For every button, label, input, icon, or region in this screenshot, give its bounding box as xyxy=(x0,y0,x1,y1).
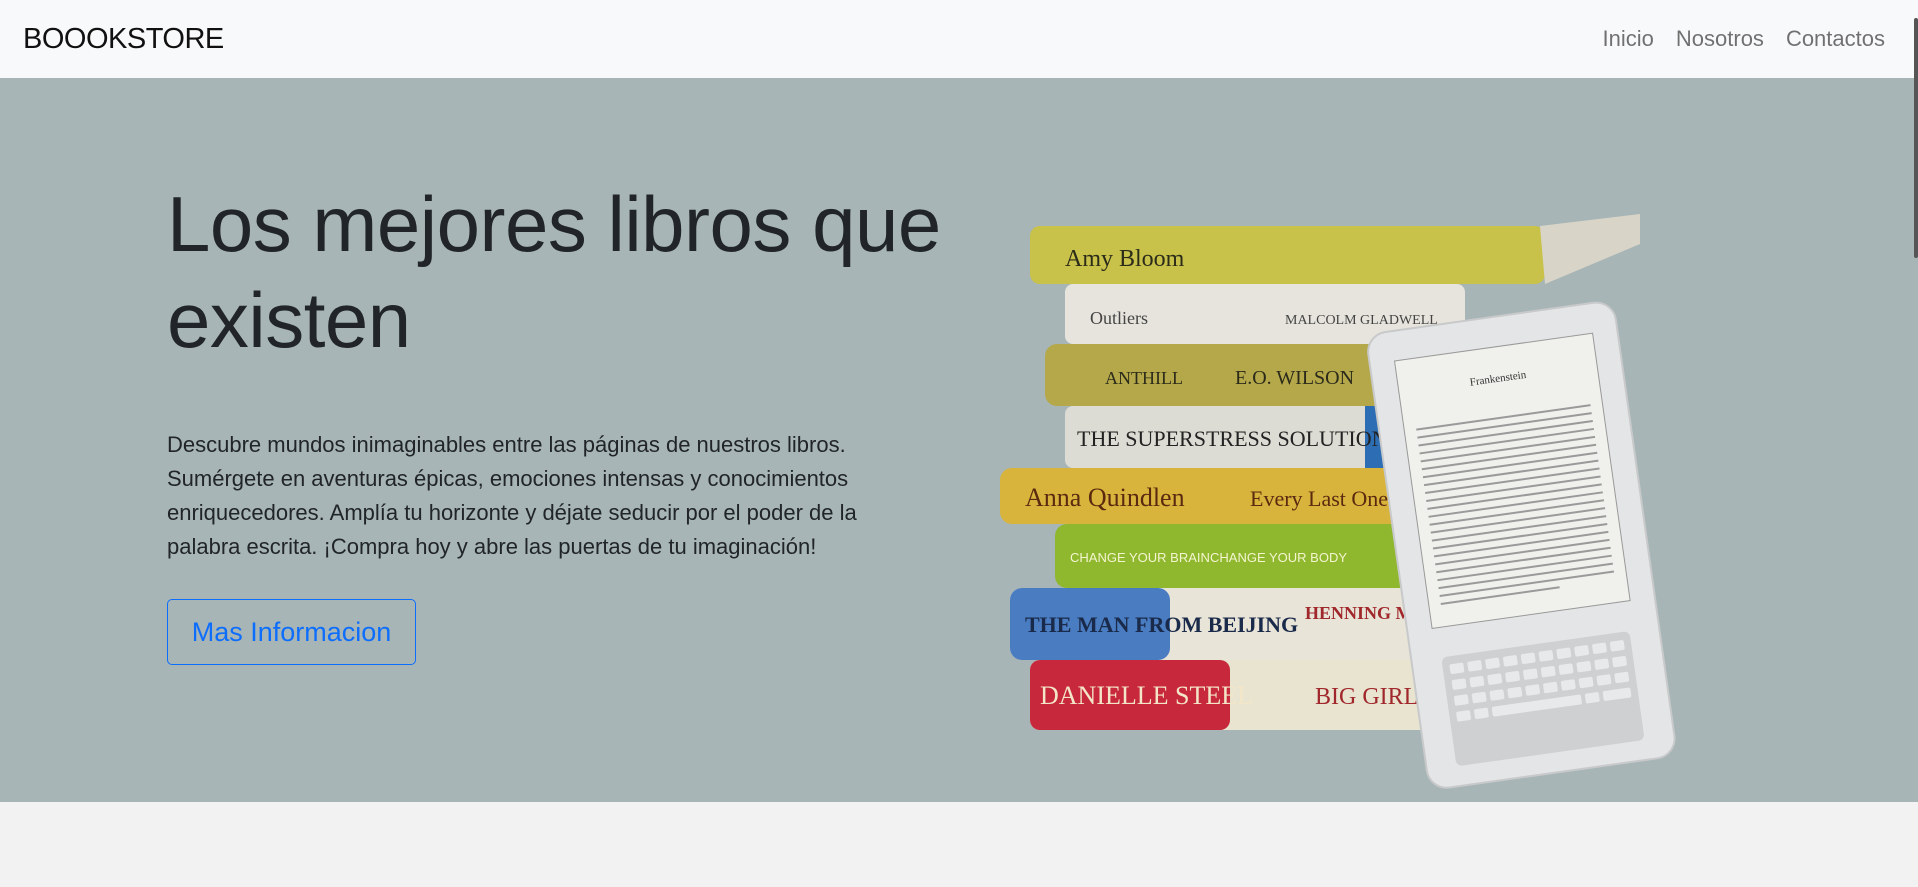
more-info-button[interactable]: Mas Informacion xyxy=(167,599,416,665)
nav-link-contactos[interactable]: Contactos xyxy=(1786,22,1885,56)
book-spine-5-extra: Every Last One xyxy=(1250,486,1388,511)
brand-logo[interactable]: BOOOKSTORE xyxy=(23,20,224,58)
book-spine-2-title: Outliers xyxy=(1090,308,1148,328)
book-spine-7-title: THE MAN FROM BEIJING xyxy=(1025,612,1298,637)
book-spine-6-title: CHANGE YOUR BRAIN xyxy=(1070,550,1210,565)
page-scrollbar[interactable] xyxy=(1913,0,1918,887)
book-spine-8-extra: BIG GIRL xyxy=(1315,684,1418,710)
nav-links: Inicio Nosotros Contactos xyxy=(1603,22,1885,56)
nav-link-inicio[interactable]: Inicio xyxy=(1603,22,1654,56)
book-spine-1-title: Amy Bloom xyxy=(1065,246,1185,272)
book-spine-8-title: DANIELLE STEEL xyxy=(1040,681,1253,710)
nav-link-nosotros[interactable]: Nosotros xyxy=(1676,22,1764,56)
book-spine-4-title: THE SUPERSTRESS SOLUTION xyxy=(1077,426,1388,451)
scrollbar-thumb[interactable] xyxy=(1914,18,1918,258)
hero-section: Los mejores libros que existen Descubre … xyxy=(0,78,1918,802)
books-image: Amy Bloom Outliers MALCOLM GLADWELL ANTH… xyxy=(1000,214,1676,789)
hero-description: Descubre mundos inimaginables entre las … xyxy=(167,432,857,559)
book-spine-2-extra: MALCOLM GLADWELL xyxy=(1285,313,1438,328)
book-spine-5-title: Anna Quindlen xyxy=(1025,483,1185,512)
navbar: BOOOKSTORE Inicio Nosotros Contactos xyxy=(0,0,1918,78)
hero-title: Los mejores libros que existen xyxy=(167,180,941,364)
book-spine-3-title: ANTHILL xyxy=(1105,368,1183,388)
book-spine-6-extra: CHANGE YOUR BODY xyxy=(1210,550,1347,565)
book-spine-3-extra: E.O. WILSON xyxy=(1235,367,1354,389)
